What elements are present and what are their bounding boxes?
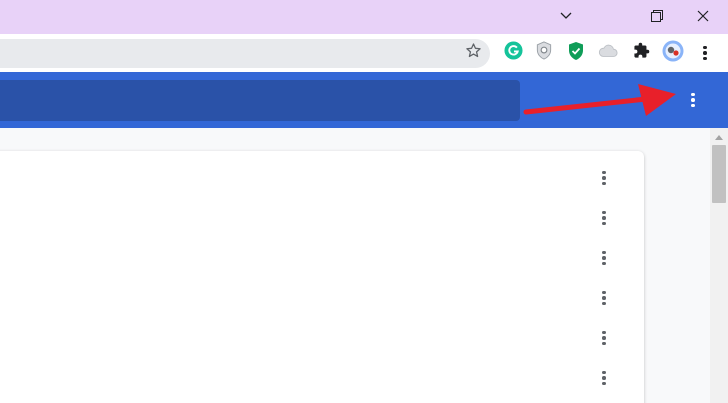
extensions-button[interactable] bbox=[630, 42, 652, 64]
cloud-icon bbox=[598, 44, 618, 63]
row-menu-button[interactable] bbox=[594, 167, 614, 189]
address-bar[interactable] bbox=[0, 39, 490, 68]
browser-toolbar bbox=[0, 34, 728, 72]
puzzle-icon bbox=[633, 42, 650, 64]
star-icon bbox=[465, 42, 482, 64]
list-card bbox=[0, 151, 644, 403]
annotation-arrow bbox=[520, 80, 680, 125]
close-button[interactable] bbox=[680, 0, 726, 32]
tab-search-button[interactable] bbox=[543, 0, 589, 32]
vertical-dots-icon bbox=[602, 370, 606, 386]
chevron-down-icon bbox=[560, 12, 572, 20]
close-icon bbox=[697, 10, 709, 22]
row-menu-button[interactable] bbox=[594, 367, 614, 389]
triangle-up-icon bbox=[715, 127, 723, 145]
vertical-dots-icon bbox=[602, 330, 606, 346]
row-menu-button[interactable] bbox=[594, 327, 614, 349]
app-menu-button[interactable] bbox=[682, 89, 704, 111]
security-extension[interactable] bbox=[565, 41, 587, 66]
profile-avatar bbox=[662, 40, 684, 67]
grammarly-extension[interactable] bbox=[502, 41, 524, 65]
profile-button[interactable] bbox=[662, 40, 684, 67]
vertical-dots-icon bbox=[602, 210, 606, 226]
restore-button[interactable] bbox=[634, 0, 680, 32]
window-titlebar bbox=[0, 0, 728, 34]
row-menu-button[interactable] bbox=[594, 287, 614, 309]
vertical-dots-icon bbox=[691, 92, 695, 108]
security-check-icon bbox=[567, 41, 585, 66]
row-menu-button[interactable] bbox=[594, 207, 614, 229]
vertical-dots-icon bbox=[703, 45, 707, 61]
scrollbar[interactable] bbox=[710, 128, 728, 403]
restore-icon bbox=[651, 10, 663, 22]
vertical-dots-icon bbox=[602, 250, 606, 266]
main-content bbox=[0, 128, 710, 403]
row-menu-button[interactable] bbox=[594, 247, 614, 269]
vertical-dots-icon bbox=[602, 290, 606, 306]
bookmark-button[interactable] bbox=[462, 42, 484, 64]
shield-extension-icon bbox=[535, 41, 553, 65]
chrome-menu-button[interactable] bbox=[694, 42, 716, 64]
cloud-extension[interactable] bbox=[597, 42, 619, 64]
shield-extension[interactable] bbox=[533, 41, 555, 65]
app-search-bar[interactable] bbox=[0, 80, 520, 121]
scrollbar-thumb[interactable] bbox=[712, 145, 726, 203]
grammarly-icon bbox=[503, 41, 523, 65]
vertical-dots-icon bbox=[602, 170, 606, 186]
scroll-up-button[interactable] bbox=[710, 128, 728, 144]
